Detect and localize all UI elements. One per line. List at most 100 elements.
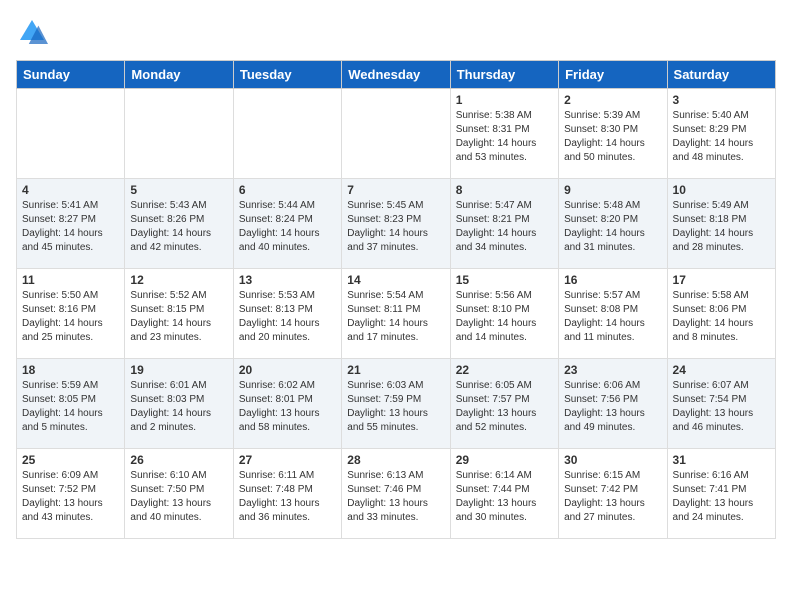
day-cell: 23Sunrise: 6:06 AM Sunset: 7:56 PM Dayli… (559, 359, 667, 449)
day-info: Sunrise: 5:58 AM Sunset: 8:06 PM Dayligh… (673, 289, 770, 345)
day-cell: 29 Sunrise: 6:14 AM Sunset: 7:44 PM Dayli… (450, 449, 558, 539)
day-number: 27 (239, 453, 336, 467)
day-info: Sunrise: 5:44 AM Sunset: 8:24 PM Dayligh… (239, 199, 336, 255)
day-cell: 14 Sunrise: 5:54 AM Sunset: 8:11 PM Dayli… (342, 269, 450, 359)
day-info: Sunrise: 6:01 AM Sunset: 8:03 PM Dayligh… (130, 379, 227, 435)
day-number: 10 (673, 183, 770, 197)
day-info: Sunrise: 5:38 AM Sunset: 8:31 PM Dayligh… (456, 109, 553, 165)
day-cell: 24 Sunrise: 6:07 AM Sunset: 7:54 PM Dayli… (667, 359, 775, 449)
col-sunday: Sunday (17, 61, 125, 89)
day-info: Sunrise: 5:53 AM Sunset: 8:13 PM Dayligh… (239, 289, 336, 345)
week-row-5: 25 Sunrise: 6:09 AM Sunset: 7:52 PM Dayli… (17, 449, 776, 539)
day-cell (342, 89, 450, 179)
day-info: Sunrise: 5:49 AM Sunset: 8:18 PM Dayligh… (673, 199, 770, 255)
day-cell (17, 89, 125, 179)
col-monday: Monday (125, 61, 233, 89)
day-number: 20 (239, 363, 336, 377)
day-number: 9 (564, 183, 661, 197)
day-info: Sunrise: 6:10 AM Sunset: 7:50 PM Dayligh… (130, 469, 227, 525)
day-info: Sunrise: 6:09 AM Sunset: 7:52 PM Dayligh… (22, 469, 119, 525)
logo (16, 16, 50, 48)
day-info: Sunrise: 5:41 AM Sunset: 8:27 PM Dayligh… (22, 199, 119, 255)
day-cell: 6 Sunrise: 5:44 AM Sunset: 8:24 PM Daylig… (233, 179, 341, 269)
day-info: Sunrise: 5:57 AM Sunset: 8:08 PM Dayligh… (564, 289, 661, 345)
header-row: Sunday Monday Tuesday Wednesday Thursday… (17, 61, 776, 89)
day-cell: 30Sunrise: 6:15 AM Sunset: 7:42 PM Dayli… (559, 449, 667, 539)
day-cell: 26 Sunrise: 6:10 AM Sunset: 7:50 PM Dayli… (125, 449, 233, 539)
day-info: Sunrise: 6:03 AM Sunset: 7:59 PM Dayligh… (347, 379, 444, 435)
day-number: 4 (22, 183, 119, 197)
day-info: Sunrise: 5:59 AM Sunset: 8:05 PM Dayligh… (22, 379, 119, 435)
day-number: 14 (347, 273, 444, 287)
day-number: 18 (22, 363, 119, 377)
day-info: Sunrise: 5:39 AM Sunset: 8:30 PM Dayligh… (564, 109, 661, 165)
day-number: 1 (456, 93, 553, 107)
day-cell: 18 Sunrise: 5:59 AM Sunset: 8:05 PM Dayli… (17, 359, 125, 449)
day-info: Sunrise: 5:52 AM Sunset: 8:15 PM Dayligh… (130, 289, 227, 345)
day-cell: 2Sunrise: 5:39 AM Sunset: 8:30 PM Daylig… (559, 89, 667, 179)
day-info: Sunrise: 5:54 AM Sunset: 8:11 PM Dayligh… (347, 289, 444, 345)
day-info: Sunrise: 5:50 AM Sunset: 8:16 PM Dayligh… (22, 289, 119, 345)
day-number: 5 (130, 183, 227, 197)
day-number: 24 (673, 363, 770, 377)
day-info: Sunrise: 6:16 AM Sunset: 7:41 PM Dayligh… (673, 469, 770, 525)
day-cell: 11Sunrise: 5:50 AM Sunset: 8:16 PM Dayli… (17, 269, 125, 359)
page-header (16, 16, 776, 48)
day-info: Sunrise: 5:56 AM Sunset: 8:10 PM Dayligh… (456, 289, 553, 345)
calendar-table: Sunday Monday Tuesday Wednesday Thursday… (16, 60, 776, 539)
day-number: 13 (239, 273, 336, 287)
day-info: Sunrise: 5:48 AM Sunset: 8:20 PM Dayligh… (564, 199, 661, 255)
day-info: Sunrise: 5:40 AM Sunset: 8:29 PM Dayligh… (673, 109, 770, 165)
day-number: 28 (347, 453, 444, 467)
day-number: 25 (22, 453, 119, 467)
day-number: 17 (673, 273, 770, 287)
day-number: 6 (239, 183, 336, 197)
day-number: 12 (130, 273, 227, 287)
day-number: 3 (673, 93, 770, 107)
day-cell: 16 Sunrise: 5:57 AM Sunset: 8:08 PM Dayli… (559, 269, 667, 359)
day-cell: 3 Sunrise: 5:40 AM Sunset: 8:29 PM Daylig… (667, 89, 775, 179)
day-info: Sunrise: 5:45 AM Sunset: 8:23 PM Dayligh… (347, 199, 444, 255)
day-cell: 25 Sunrise: 6:09 AM Sunset: 7:52 PM Dayli… (17, 449, 125, 539)
day-cell: 7Sunrise: 5:45 AM Sunset: 8:23 PM Daylig… (342, 179, 450, 269)
col-wednesday: Wednesday (342, 61, 450, 89)
day-number: 29 (456, 453, 553, 467)
week-row-4: 18 Sunrise: 5:59 AM Sunset: 8:05 PM Dayli… (17, 359, 776, 449)
calendar-body: 1 Sunrise: 5:38 AM Sunset: 8:31 PM Daylig… (17, 89, 776, 539)
day-info: Sunrise: 6:13 AM Sunset: 7:46 PM Dayligh… (347, 469, 444, 525)
day-cell: 5Sunrise: 5:43 AM Sunset: 8:26 PM Daylig… (125, 179, 233, 269)
col-friday: Friday (559, 61, 667, 89)
day-cell: 12 Sunrise: 5:52 AM Sunset: 8:15 PM Dayli… (125, 269, 233, 359)
day-info: Sunrise: 5:47 AM Sunset: 8:21 PM Dayligh… (456, 199, 553, 255)
day-cell: 8 Sunrise: 5:47 AM Sunset: 8:21 PM Daylig… (450, 179, 558, 269)
day-cell: 31 Sunrise: 6:16 AM Sunset: 7:41 PM Dayli… (667, 449, 775, 539)
day-cell (125, 89, 233, 179)
day-cell (233, 89, 341, 179)
day-number: 31 (673, 453, 770, 467)
day-number: 8 (456, 183, 553, 197)
day-number: 22 (456, 363, 553, 377)
day-cell: 1 Sunrise: 5:38 AM Sunset: 8:31 PM Daylig… (450, 89, 558, 179)
day-number: 16 (564, 273, 661, 287)
day-cell: 28 Sunrise: 6:13 AM Sunset: 7:46 PM Dayli… (342, 449, 450, 539)
day-cell: 19Sunrise: 6:01 AM Sunset: 8:03 PM Dayli… (125, 359, 233, 449)
day-info: Sunrise: 6:02 AM Sunset: 8:01 PM Dayligh… (239, 379, 336, 435)
day-cell: 9 Sunrise: 5:48 AM Sunset: 8:20 PM Daylig… (559, 179, 667, 269)
day-cell: 4 Sunrise: 5:41 AM Sunset: 8:27 PM Daylig… (17, 179, 125, 269)
day-number: 30 (564, 453, 661, 467)
day-cell: 17 Sunrise: 5:58 AM Sunset: 8:06 PM Dayli… (667, 269, 775, 359)
day-info: Sunrise: 6:05 AM Sunset: 7:57 PM Dayligh… (456, 379, 553, 435)
day-cell: 10 Sunrise: 5:49 AM Sunset: 8:18 PM Dayli… (667, 179, 775, 269)
week-row-1: 1 Sunrise: 5:38 AM Sunset: 8:31 PM Daylig… (17, 89, 776, 179)
logo-icon (16, 16, 48, 48)
day-cell: 21Sunrise: 6:03 AM Sunset: 7:59 PM Dayli… (342, 359, 450, 449)
day-cell: 13 Sunrise: 5:53 AM Sunset: 8:13 PM Dayli… (233, 269, 341, 359)
col-saturday: Saturday (667, 61, 775, 89)
day-number: 26 (130, 453, 227, 467)
day-cell: 27Sunrise: 6:11 AM Sunset: 7:48 PM Dayli… (233, 449, 341, 539)
col-thursday: Thursday (450, 61, 558, 89)
calendar-header: Sunday Monday Tuesday Wednesday Thursday… (17, 61, 776, 89)
day-info: Sunrise: 6:14 AM Sunset: 7:44 PM Dayligh… (456, 469, 553, 525)
day-number: 23 (564, 363, 661, 377)
day-info: Sunrise: 6:07 AM Sunset: 7:54 PM Dayligh… (673, 379, 770, 435)
